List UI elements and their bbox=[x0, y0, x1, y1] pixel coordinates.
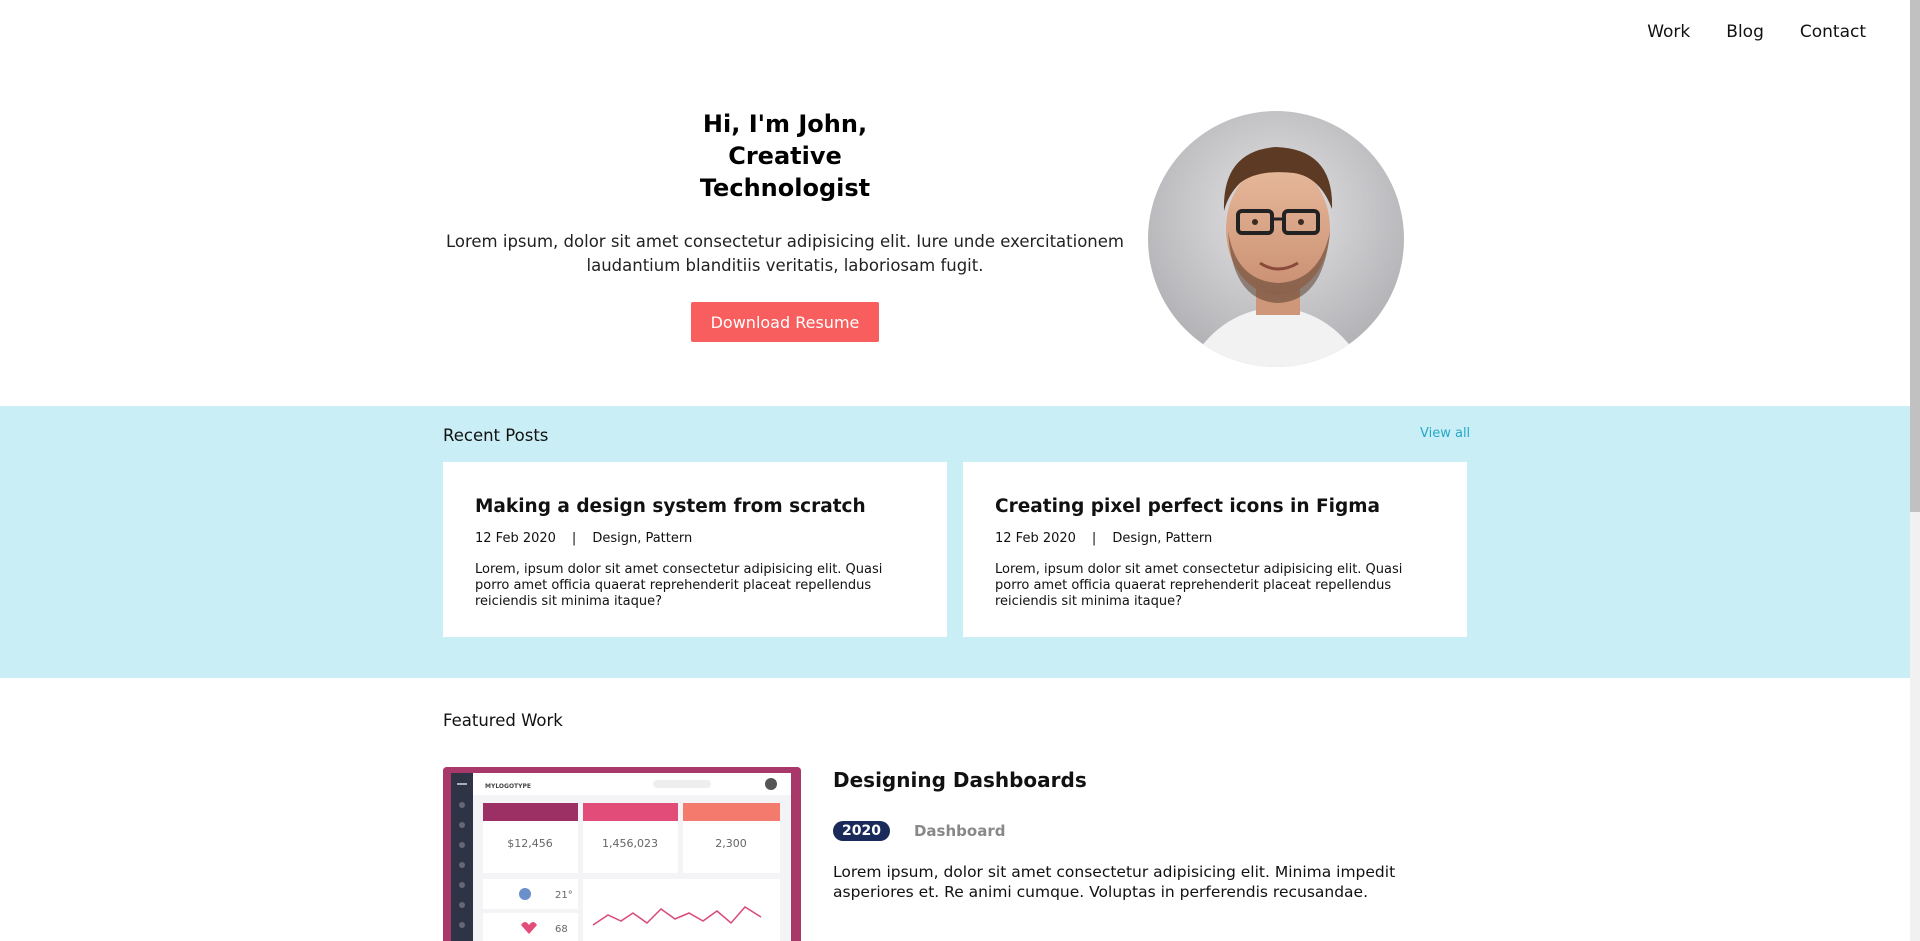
thumb-stat2: 1,456,023 bbox=[602, 837, 658, 850]
post-card[interactable]: Creating pixel perfect icons in Figma 12… bbox=[963, 462, 1467, 637]
post-title[interactable]: Making a design system from scratch bbox=[475, 496, 915, 517]
hero-description: Lorem ipsum, dolor sit amet consectetur … bbox=[445, 232, 1124, 275]
work-tag: Dashboard bbox=[913, 822, 1006, 840]
download-resume-button[interactable]: Download Resume bbox=[690, 302, 880, 342]
year-badge: 2020 bbox=[833, 821, 890, 841]
post-excerpt: Lorem, ipsum dolor sit amet consectetur … bbox=[475, 562, 883, 609]
profile-photo bbox=[1148, 111, 1404, 367]
dashboard-preview-image: MYLOGOTYPE $12,456 1,456,023 2,300 21° 6… bbox=[443, 767, 801, 941]
hero-title-line1: Hi, I'm John, bbox=[702, 110, 868, 138]
work-title[interactable]: Designing Dashboards bbox=[833, 768, 1087, 792]
work-thumbnail[interactable]: MYLOGOTYPE $12,456 1,456,023 2,300 21° 6… bbox=[443, 767, 801, 941]
post-title[interactable]: Creating pixel perfect icons in Figma bbox=[995, 496, 1435, 517]
work-description: Lorem ipsum, dolor sit amet consectetur … bbox=[833, 863, 1396, 901]
work-meta: 2020 Dashboard bbox=[833, 821, 1005, 841]
recent-posts-section: Recent Posts View all Making a design sy… bbox=[0, 406, 1910, 678]
recent-posts-heading: Recent Posts bbox=[443, 426, 549, 445]
meta-separator: | bbox=[1091, 531, 1097, 546]
post-meta: 12 Feb 2020 | Design, Pattern bbox=[995, 531, 1435, 546]
profile-avatar bbox=[1148, 111, 1404, 367]
thumb-stat1: $12,456 bbox=[507, 837, 553, 850]
hero-section: Hi, I'm John, Creative Technologist Lore… bbox=[0, 0, 1910, 406]
page-scrollbar[interactable] bbox=[1910, 0, 1920, 941]
meta-separator: | bbox=[571, 531, 577, 546]
post-excerpt: Lorem, ipsum dolor sit amet consectetur … bbox=[995, 562, 1403, 609]
hero-title-line3: Technologist bbox=[699, 174, 871, 202]
post-card[interactable]: Making a design system from scratch 12 F… bbox=[443, 462, 947, 637]
post-tags: Design, Pattern bbox=[592, 531, 693, 546]
hero-title: Hi, I'm John, Creative Technologist bbox=[440, 108, 1130, 204]
thumb-health: 68 bbox=[555, 924, 568, 935]
post-date: 12 Feb 2020 bbox=[475, 531, 556, 546]
scrollbar-thumb[interactable] bbox=[1910, 0, 1920, 512]
thumb-stat3: 2,300 bbox=[715, 837, 747, 850]
view-all-link[interactable]: View all bbox=[1420, 426, 1470, 441]
post-meta: 12 Feb 2020 | Design, Pattern bbox=[475, 531, 915, 546]
post-date: 12 Feb 2020 bbox=[995, 531, 1076, 546]
hero-title-line2: Creative bbox=[728, 142, 842, 170]
post-tags: Design, Pattern bbox=[1112, 531, 1213, 546]
thumb-logo: MYLOGOTYPE bbox=[485, 783, 531, 790]
hero-text: Hi, I'm John, Creative Technologist Lore… bbox=[440, 108, 1130, 342]
thumb-weather: 21° bbox=[555, 890, 573, 901]
featured-work-heading: Featured Work bbox=[443, 711, 563, 730]
